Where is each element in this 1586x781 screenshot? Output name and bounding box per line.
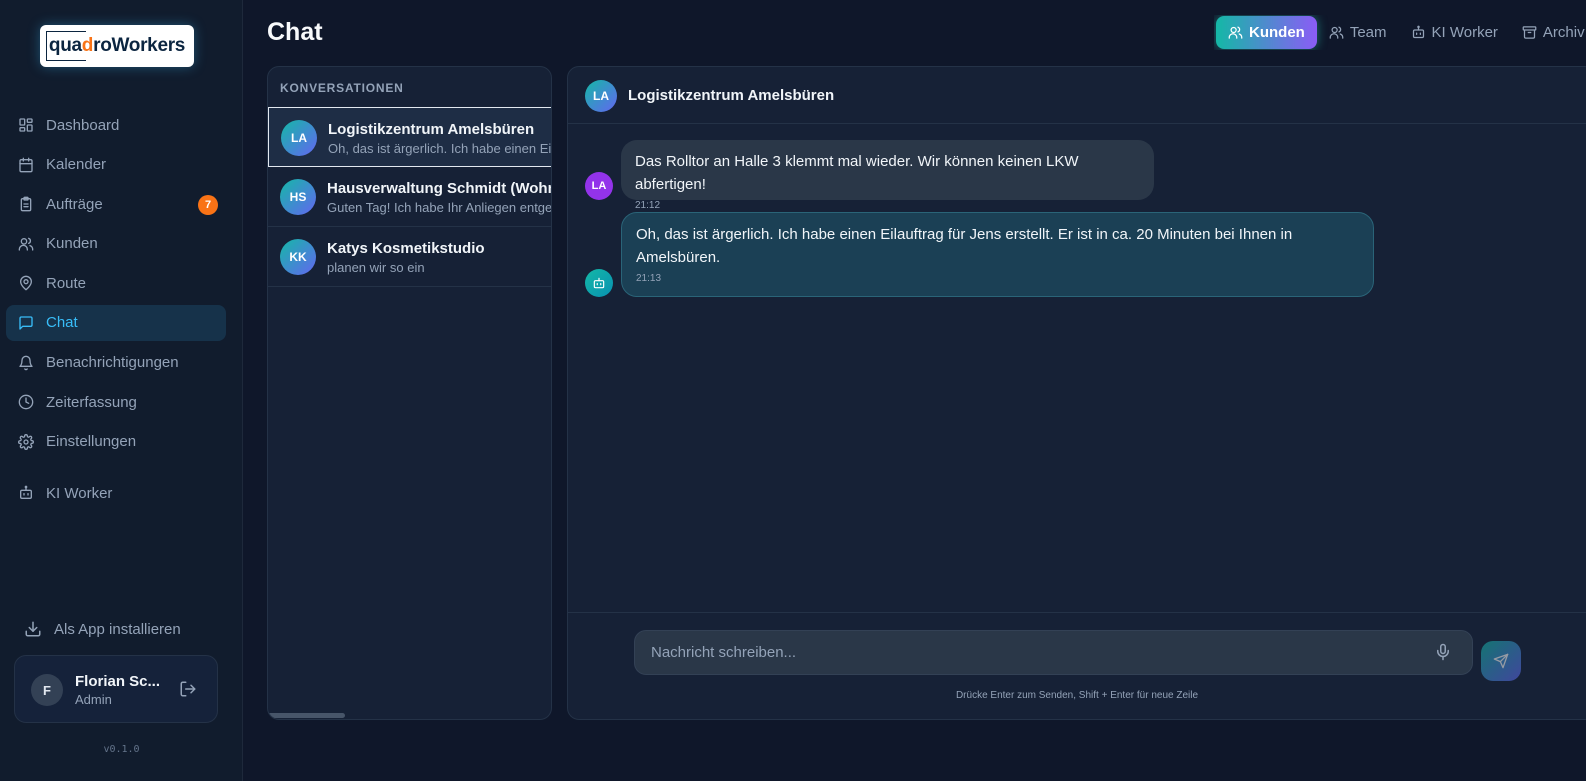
sidebar-nav: Dashboard Kalender Aufträge 7 Kunden Rou…	[6, 107, 226, 515]
robot-icon	[1412, 25, 1424, 39]
sidebar-item-kunden[interactable]: Kunden	[6, 226, 226, 262]
conversation-preview: planen wir so ein	[327, 260, 425, 275]
sidebar-item-route[interactable]: Route	[6, 265, 226, 301]
nav-separator	[6, 463, 226, 475]
orders-count-badge: 7	[198, 195, 218, 216]
download-icon	[25, 621, 41, 637]
chat-panel: LA Logistikzentrum Amelsbüren LA Das Rol…	[567, 66, 1586, 720]
page-title: Chat	[267, 18, 323, 46]
tab-archiv[interactable]: Archiv	[1510, 16, 1586, 49]
logout-icon	[180, 681, 196, 697]
sidebar-item-benachrichtigungen[interactable]: Benachrichtigungen	[6, 345, 226, 381]
conversation-preview: Oh, das ist ärgerlich. Ich habe einen Ei…	[328, 141, 552, 156]
avatar: HS	[280, 179, 316, 215]
tab-ki-worker[interactable]: KI Worker	[1399, 16, 1510, 49]
avatar: LA	[281, 120, 317, 156]
sidebar-item-label: Aufträge	[46, 195, 103, 213]
user-card: F Florian Sc... Admin	[14, 655, 218, 723]
voice-input-button[interactable]	[1434, 643, 1452, 666]
bell-icon	[18, 355, 34, 371]
conversation-list: LA Logistikzentrum Amelsbüren Oh, das is…	[268, 107, 552, 287]
message-time: 21:12	[635, 200, 661, 211]
sidebar: quadroWorkers Dashboard Kalender Aufträg…	[0, 0, 243, 781]
install-app-button[interactable]: Als App installieren	[24, 620, 181, 638]
sidebar-item-label: Kunden	[46, 235, 98, 253]
send-icon	[1493, 653, 1509, 669]
avatar: LA	[585, 80, 617, 112]
conversation-list-panel: KONVERSATIONEN LA Logistikzentrum Amelsb…	[267, 66, 552, 720]
composer-hint: Drücke Enter zum Senden, Shift + Enter f…	[955, 690, 1199, 701]
conversation-list-header: KONVERSATIONEN	[280, 81, 404, 95]
users-icon	[18, 236, 34, 252]
sidebar-item-label: Route	[46, 274, 87, 292]
user-role: Admin	[75, 692, 112, 707]
map-pin-icon	[18, 275, 34, 291]
message-bubble: Das Rolltor an Halle 3 klemmt mal wieder…	[621, 140, 1154, 211]
sidebar-item-dashboard[interactable]: Dashboard	[6, 107, 226, 143]
app-logo[interactable]: quadroWorkers	[40, 25, 194, 67]
users-icon	[1228, 26, 1243, 39]
message-text: Oh, das ist ärgerlich. Ich habe einen Ei…	[636, 226, 1293, 266]
sidebar-item-label: KI Worker	[46, 484, 113, 502]
avatar: F	[31, 674, 63, 706]
message-icon	[18, 315, 34, 331]
conversation-name: Logistikzentrum Amelsbüren	[328, 121, 535, 138]
conversation-name: Hausverwaltung Schmidt (Wohnpark)	[327, 180, 551, 197]
conversation-name: Katys Kosmetikstudio	[327, 240, 485, 257]
avatar: KK	[280, 239, 316, 275]
robot-icon	[593, 277, 605, 289]
sidebar-item-ki-worker[interactable]: KI Worker	[6, 475, 226, 511]
tab-label: Kunden	[1249, 24, 1305, 41]
message-bubble: Oh, das ist ärgerlich. Ich habe einen Ei…	[621, 212, 1374, 297]
dashboard-icon	[18, 117, 34, 133]
chat-composer: Drücke Enter zum Senden, Shift + Enter f…	[568, 612, 1586, 719]
logo-house-frame	[46, 31, 86, 61]
tab-label: KI Worker	[1431, 24, 1498, 41]
clock-icon	[18, 394, 34, 410]
app-version: v0.1.0	[103, 744, 140, 755]
logout-button[interactable]	[179, 680, 197, 703]
archive-icon	[1522, 26, 1537, 39]
sidebar-item-label: Benachrichtigungen	[46, 354, 179, 372]
conversation-item[interactable]: KK Katys Kosmetikstudio planen wir so ei…	[268, 227, 551, 287]
conversation-item[interactable]: HS Hausverwaltung Schmidt (Wohnpark) Gut…	[268, 167, 552, 227]
sidebar-item-einstellungen[interactable]: Einstellungen	[6, 424, 226, 460]
tab-team[interactable]: Team	[1317, 16, 1399, 49]
sidebar-item-zeiterfassung[interactable]: Zeiterfassung	[6, 384, 226, 420]
message-input[interactable]	[634, 630, 1473, 675]
sidebar-item-label: Zeiterfassung	[46, 393, 137, 411]
tab-label: Archiv	[1542, 24, 1585, 41]
tab-kunden[interactable]: Kunden	[1216, 16, 1317, 49]
robot-icon	[18, 485, 34, 501]
message-text: Das Rolltor an Halle 3 klemmt mal wieder…	[635, 153, 1079, 193]
user-name: Florian Sc...	[75, 673, 161, 690]
clipboard-icon	[18, 196, 34, 212]
chat-title: Logistikzentrum Amelsbüren	[628, 87, 835, 104]
conversation-preview: Guten Tag! Ich habe Ihr Anliegen entgege…	[327, 200, 552, 215]
sidebar-item-kalender[interactable]: Kalender	[6, 147, 226, 183]
sidebar-item-label: Chat	[46, 314, 78, 332]
send-button[interactable]	[1481, 641, 1521, 681]
tab-label: Team	[1349, 24, 1387, 41]
calendar-icon	[18, 157, 34, 173]
bot-avatar	[585, 269, 613, 297]
users-icon	[1329, 26, 1344, 39]
microphone-icon	[1437, 643, 1449, 661]
chat-header: LA Logistikzentrum Amelsbüren	[568, 67, 1586, 124]
gear-icon	[18, 433, 34, 450]
avatar: LA	[585, 172, 613, 200]
sidebar-item-label: Einstellungen	[46, 433, 137, 451]
conversation-item[interactable]: LA Logistikzentrum Amelsbüren Oh, das is…	[268, 107, 552, 167]
sidebar-item-chat[interactable]: Chat	[6, 304, 226, 341]
chat-tabs: Kunden Team KI Worker Archiv	[1214, 15, 1586, 50]
message-time: 21:13	[636, 273, 662, 284]
sidebar-item-auftraege[interactable]: Aufträge 7	[6, 186, 226, 222]
install-app-label: Als App installieren	[54, 620, 181, 638]
sidebar-item-label: Kalender	[46, 156, 107, 174]
sidebar-item-label: Dashboard	[46, 116, 120, 134]
horizontal-scrollbar[interactable]	[268, 713, 345, 718]
